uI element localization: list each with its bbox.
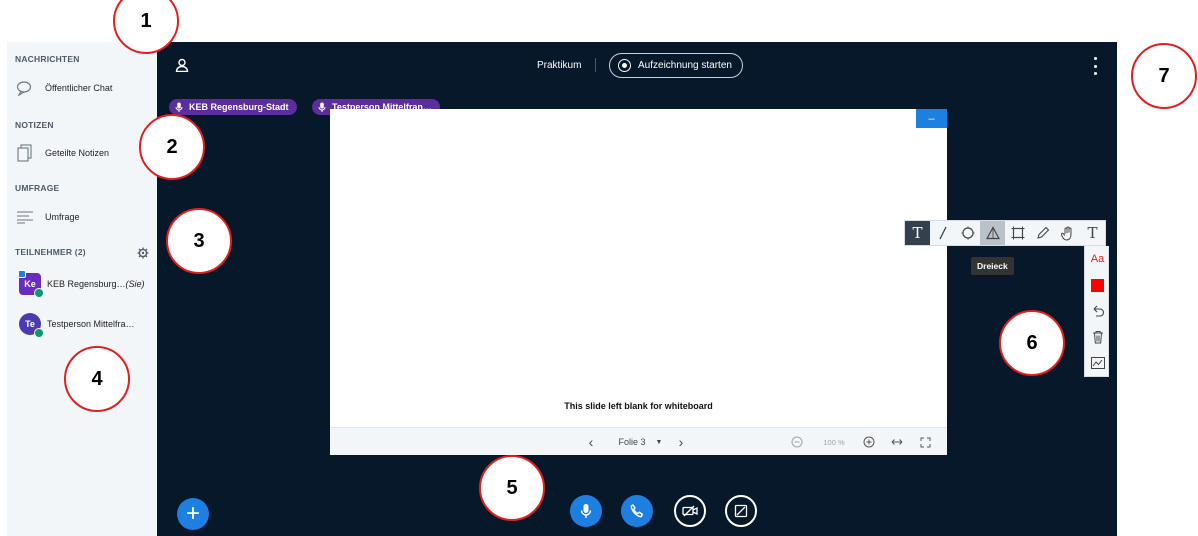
callout-4: 4 xyxy=(64,346,130,412)
section-title-messages: NACHRICHTEN xyxy=(15,54,80,64)
section-title-notes: NOTIZEN xyxy=(15,120,54,130)
chat-icon xyxy=(15,78,35,98)
fit-width-icon[interactable] xyxy=(890,434,904,450)
camera-off-icon xyxy=(682,505,698,517)
poll-item[interactable]: Umfrage xyxy=(15,204,153,230)
annotation-options: Aa xyxy=(1084,246,1109,377)
record-icon xyxy=(618,59,631,72)
shared-notes-item[interactable]: Geteilte Notizen xyxy=(15,140,153,166)
hand-tool-icon[interactable] xyxy=(1055,221,1080,245)
minimize-presentation-button[interactable]: – xyxy=(916,109,947,128)
public-chat-item[interactable]: Öffentlicher Chat xyxy=(15,75,153,101)
notes-icon xyxy=(15,143,35,163)
pencil-tool-icon[interactable] xyxy=(1030,221,1055,245)
shared-notes-label: Geteilte Notizen xyxy=(45,148,110,158)
avatar: Ke xyxy=(19,270,44,298)
presentation-toolbar: ‹ Folie 3 ▼ › 100 % xyxy=(330,427,947,455)
line-tool-icon[interactable] xyxy=(930,221,955,245)
slide-text: This slide left blank for whiteboard xyxy=(564,401,713,411)
callout-2: 2 xyxy=(139,114,205,180)
tool-tooltip: Dreieck xyxy=(971,257,1014,275)
section-title-participants: TEILNEHMER (2) xyxy=(15,247,86,257)
title-divider xyxy=(595,58,596,72)
ellipse-tool-icon[interactable] xyxy=(955,221,980,245)
avatar: Te xyxy=(19,313,44,338)
bbb-screenshot: NACHRICHTEN Öffentlicher Chat NOTIZEN Ge… xyxy=(0,0,1198,536)
share-webcam-button[interactable] xyxy=(674,495,706,527)
share-screen-button[interactable] xyxy=(725,495,757,527)
callout-3: 3 xyxy=(166,208,232,274)
mic-icon xyxy=(318,102,326,112)
presentation-slide[interactable]: – This slide left blank for whiteboard ‹… xyxy=(330,109,947,455)
zoom-out-icon[interactable] xyxy=(790,434,804,450)
participant-name: Testperson Mittelfra… xyxy=(47,319,135,329)
participant-self-tag: (Sie) xyxy=(125,279,145,289)
poll-label: Umfrage xyxy=(45,212,80,222)
undo-icon[interactable] xyxy=(1085,298,1110,324)
chevron-down-icon[interactable]: ▼ xyxy=(654,434,664,450)
zoom-in-icon[interactable] xyxy=(862,434,876,450)
mic-status-icon xyxy=(34,328,44,338)
callout-5: 5 xyxy=(479,455,545,521)
talker-name: KEB Regensburg-Stadt xyxy=(189,102,289,112)
annotation-toolbar: T T xyxy=(904,220,1106,246)
color-picker-icon[interactable] xyxy=(1085,272,1110,298)
record-button[interactable]: Aufzeichnung starten xyxy=(609,53,743,78)
talking-indicator[interactable]: KEB Regensburg-Stadt xyxy=(169,99,297,115)
fullscreen-icon[interactable] xyxy=(918,434,932,450)
mic-icon xyxy=(580,504,592,518)
multi-user-whiteboard-icon[interactable] xyxy=(1085,350,1110,376)
phone-icon xyxy=(630,504,644,518)
callout-7: 7 xyxy=(1131,43,1197,109)
slide-select[interactable]: Folie 3 xyxy=(610,434,654,450)
participant-name: KEB Regensburg… xyxy=(47,279,126,289)
actions-button[interactable]: + xyxy=(177,498,209,530)
section-title-poll: UMFRAGE xyxy=(15,183,60,193)
more-options-icon[interactable] xyxy=(1092,57,1098,75)
participant-row[interactable]: Te Testperson Mittelfra… xyxy=(19,310,155,338)
text-tool-icon[interactable]: T xyxy=(905,221,930,245)
text-tool-alt-icon[interactable]: T xyxy=(1080,221,1105,245)
sidebar: NACHRICHTEN Öffentlicher Chat NOTIZEN Ge… xyxy=(7,42,157,536)
public-chat-label: Öffentlicher Chat xyxy=(45,83,113,93)
meeting-title: Praktikum xyxy=(537,60,582,71)
font-size-icon[interactable]: Aa xyxy=(1085,246,1110,272)
avatar-initials: Te xyxy=(25,319,35,329)
presenter-icon xyxy=(19,270,26,278)
triangle-tool-icon[interactable] xyxy=(980,221,1005,245)
user-list-toggle-icon[interactable] xyxy=(175,58,189,73)
prev-slide-icon[interactable]: ‹ xyxy=(584,434,598,450)
avatar-initials: Ke xyxy=(24,279,36,289)
next-slide-icon[interactable]: › xyxy=(674,434,688,450)
main-area: Praktikum Aufzeichnung starten KEB Regen… xyxy=(157,42,1117,536)
zoom-level: 100 % xyxy=(823,437,845,447)
mic-icon xyxy=(175,102,183,112)
record-label: Aufzeichnung starten xyxy=(638,60,732,71)
callout-6: 6 xyxy=(999,310,1065,376)
gear-icon[interactable] xyxy=(137,246,149,259)
mic-status-icon xyxy=(34,288,44,298)
mute-button[interactable] xyxy=(570,495,602,527)
trash-icon[interactable] xyxy=(1085,324,1110,350)
leave-audio-button[interactable] xyxy=(621,495,653,527)
screen-share-off-icon xyxy=(734,504,748,518)
participant-row[interactable]: Ke KEB Regensburg… (Sie) xyxy=(19,270,155,298)
list-icon xyxy=(15,207,35,227)
rectangle-tool-icon[interactable] xyxy=(1005,221,1030,245)
